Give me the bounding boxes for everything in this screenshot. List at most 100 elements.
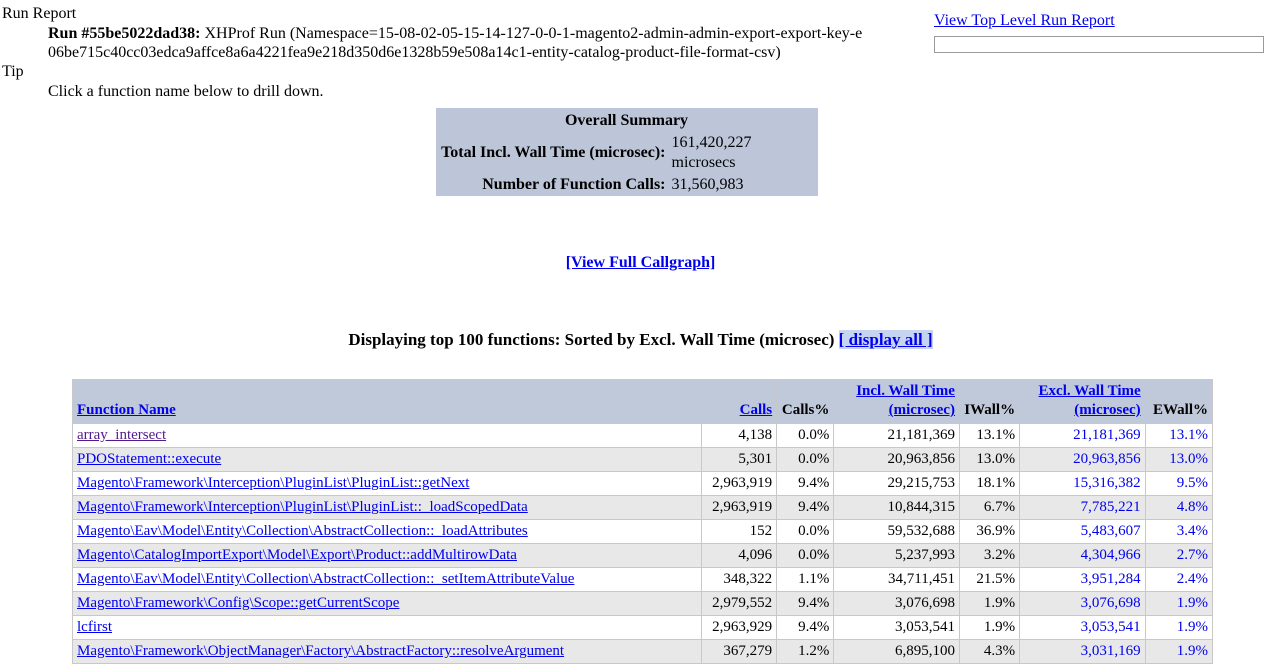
ewall-pct-cell: 3.4%: [1144, 519, 1214, 544]
calls-pct-cell: 0.0%: [776, 447, 835, 472]
function-name-link[interactable]: Magento\Framework\Config\Scope::getCurre…: [77, 595, 399, 611]
functions-table-header-row: Function Name Calls Calls% Incl. Wall Ti…: [72, 379, 1214, 424]
excl-wall-time-cell: 7,785,221: [1019, 495, 1146, 520]
column-header-excl-wall-time[interactable]: Excl. Wall Time (microsec): [1019, 379, 1146, 424]
function-name-cell: array_intersect: [72, 423, 702, 448]
excl-wall-time-cell: 20,963,856: [1019, 447, 1146, 472]
iwall-pct-cell: 18.1%: [958, 471, 1021, 496]
function-name-link[interactable]: Magento\Framework\ObjectManager\Factory\…: [77, 643, 564, 659]
overall-summary-table: Overall Summary Total Incl. Wall Time (m…: [435, 108, 818, 196]
function-name-link[interactable]: array_intersect: [77, 427, 166, 443]
report-header: Run Report Run #55be5022dad38: XHProf Ru…: [0, 0, 1281, 102]
calls-cell: 2,979,552: [700, 591, 778, 616]
function-name-link[interactable]: Magento\Eav\Model\Entity\Collection\Abst…: [77, 523, 528, 539]
top-right-panel: View Top Level Run Report: [934, 12, 1274, 53]
summary-row-function-calls: Number of Function Calls: 31,560,983: [436, 174, 818, 196]
sort-excl-wall-time-link[interactable]: Excl. Wall Time (microsec): [1039, 383, 1141, 418]
ewall-pct-cell: 9.5%: [1144, 471, 1214, 496]
display-heading: Displaying top 100 functions: Sorted by …: [0, 330, 1281, 350]
column-header-calls[interactable]: Calls: [700, 379, 778, 424]
table-row: Magento\CatalogImportExport\Model\Export…: [72, 543, 1214, 568]
incl-wall-time-cell: 6,895,100: [833, 639, 960, 664]
overall-summary-section: Overall Summary Total Incl. Wall Time (m…: [0, 108, 1281, 196]
ewall-pct-cell: 1.9%: [1144, 591, 1214, 616]
sort-function-name-link[interactable]: Function Name: [77, 402, 176, 418]
calls-cell: 4,138: [700, 423, 778, 448]
function-name-link[interactable]: Magento\CatalogImportExport\Model\Export…: [77, 547, 517, 563]
calls-pct-cell: 9.4%: [776, 471, 835, 496]
excl-wall-time-line1: Excl. Wall Time: [1038, 383, 1141, 399]
excl-wall-time-line2: (microsec): [1074, 402, 1141, 418]
sort-calls-link[interactable]: Calls: [740, 402, 773, 418]
total-incl-wall-time-value: 161,420,227 microsecs: [671, 134, 752, 171]
function-name-link[interactable]: lcfirst: [77, 619, 112, 635]
display-all-link[interactable]: [ display all ]: [839, 330, 933, 349]
total-incl-wall-time-label: Total Incl. Wall Time (microsec):: [441, 144, 666, 161]
iwall-pct-cell: 13.0%: [958, 447, 1021, 472]
column-header-function-name[interactable]: Function Name: [72, 379, 702, 424]
calls-pct-cell: 9.4%: [776, 591, 835, 616]
view-full-callgraph-link[interactable]: [View Full Callgraph]: [566, 254, 716, 271]
calls-cell: 152: [700, 519, 778, 544]
functions-table-wrap: Function Name Calls Calls% Incl. Wall Ti…: [0, 379, 1281, 664]
function-name-cell: PDOStatement::execute: [72, 447, 702, 472]
table-row: lcfirst 2,963,929 9.4% 3,053,541 1.9% 3,053,5…: [72, 615, 1214, 640]
iwall-pct-cell: 13.1%: [958, 423, 1021, 448]
functions-table-body: array_intersect 4,138 0.0% 21,181,369 13.1% 2…: [72, 423, 1214, 664]
table-row: Magento\Framework\Interception\PluginLis…: [72, 495, 1214, 520]
function-name-cell: Magento\Framework\Interception\PluginLis…: [72, 495, 702, 520]
function-name-cell: Magento\Eav\Model\Entity\Collection\Abst…: [72, 519, 702, 544]
table-row: Magento\Eav\Model\Entity\Collection\Abst…: [72, 519, 1214, 544]
overall-summary-title: Overall Summary: [564, 112, 689, 129]
excl-wall-time-cell: 3,053,541: [1019, 615, 1146, 640]
functions-table: Function Name Calls Calls% Incl. Wall Ti…: [72, 379, 1214, 664]
calls-cell: 2,963,929: [700, 615, 778, 640]
function-name-link[interactable]: Magento\Framework\Interception\PluginLis…: [77, 499, 528, 515]
tip-text: Click a function name below to drill dow…: [48, 83, 324, 100]
incl-wall-time-cell: 29,215,753: [833, 471, 960, 496]
function-name-cell: Magento\Framework\Interception\PluginLis…: [72, 471, 702, 496]
iwall-pct-cell: 1.9%: [958, 591, 1021, 616]
calls-pct-cell: 0.0%: [776, 543, 835, 568]
iwall-pct-cell: 6.7%: [958, 495, 1021, 520]
view-top-level-run-report-link[interactable]: View Top Level Run Report: [934, 12, 1115, 29]
calls-pct-cell: 9.4%: [776, 615, 835, 640]
function-name-cell: Magento\Eav\Model\Entity\Collection\Abst…: [72, 567, 702, 592]
calls-cell: 2,963,919: [700, 495, 778, 520]
iwall-pct-cell: 21.5%: [958, 567, 1021, 592]
ewall-pct-cell: 2.4%: [1144, 567, 1214, 592]
number-of-function-calls-label: Number of Function Calls:: [482, 176, 666, 193]
calls-pct-cell: 0.0%: [776, 519, 835, 544]
function-name-cell: lcfirst: [72, 615, 702, 640]
function-name-cell: Magento\Framework\Config\Scope::getCurre…: [72, 591, 702, 616]
incl-wall-time-cell: 34,711,451: [833, 567, 960, 592]
iwall-pct-cell: 36.9%: [958, 519, 1021, 544]
column-header-ewall-pct: EWall%: [1144, 379, 1214, 424]
ewall-pct-cell: 13.0%: [1144, 447, 1214, 472]
calls-cell: 348,322: [700, 567, 778, 592]
incl-wall-time-cell: 10,844,315: [833, 495, 960, 520]
excl-wall-time-cell: 3,031,169: [1019, 639, 1146, 664]
sort-incl-wall-time-link[interactable]: Incl. Wall Time (microsec): [856, 383, 955, 418]
incl-wall-time-cell: 3,053,541: [833, 615, 960, 640]
incl-wall-time-cell: 20,963,856: [833, 447, 960, 472]
table-row: Magento\Framework\Interception\PluginLis…: [72, 471, 1214, 496]
summary-row-total-wall-time: Total Incl. Wall Time (microsec): 161,42…: [436, 132, 818, 174]
function-name-link[interactable]: PDOStatement::execute: [77, 451, 221, 467]
function-name-link[interactable]: Magento\Framework\Interception\PluginLis…: [77, 475, 469, 491]
run-id-input[interactable]: [934, 36, 1264, 53]
excl-wall-time-cell: 3,951,284: [1019, 567, 1146, 592]
excl-wall-time-cell: 21,181,369: [1019, 423, 1146, 448]
calls-pct-cell: 0.0%: [776, 423, 835, 448]
calls-cell: 2,963,919: [700, 471, 778, 496]
function-name-link[interactable]: Magento\Eav\Model\Entity\Collection\Abst…: [77, 571, 574, 587]
number-of-function-calls-value: 31,560,983: [671, 176, 744, 193]
incl-wall-time-cell: 3,076,698: [833, 591, 960, 616]
ewall-pct-cell: 1.9%: [1144, 639, 1214, 664]
column-header-incl-wall-time[interactable]: Incl. Wall Time (microsec): [833, 379, 960, 424]
column-header-iwall-pct: IWall%: [958, 379, 1021, 424]
run-description-line: Run #55be5022dad38: XHProf Run (Namespac…: [0, 24, 868, 62]
incl-wall-time-line2: (microsec): [888, 402, 955, 418]
iwall-pct-cell: 1.9%: [958, 615, 1021, 640]
ewall-pct-cell: 4.8%: [1144, 495, 1214, 520]
